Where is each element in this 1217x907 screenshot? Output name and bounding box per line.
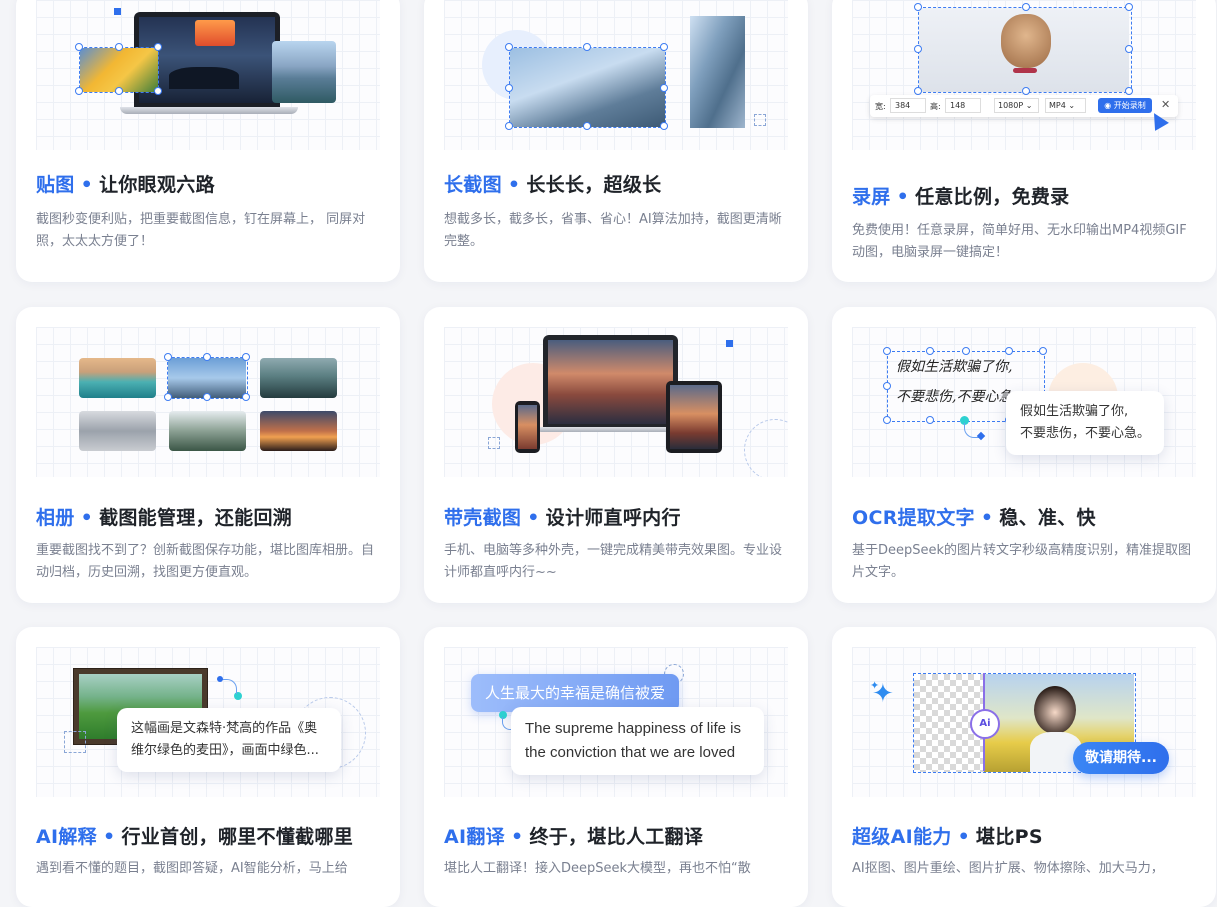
ai-explain-illustration: 这幅画是文森特·梵高的作品《奥维尔绿色的麦田》，画面中绿色... [36, 647, 380, 797]
height-label: 高: [930, 102, 941, 111]
feature-card-super-ai[interactable]: ✦ ✦ Ai 敬请期待... 超级AI能力 • 堪比PS AI抠图、图片重绘、图片扩… [832, 627, 1216, 907]
card-title: 录屏 • 任意比例，免费录 [852, 186, 1070, 208]
feature-card-ocr[interactable]: 假如生活欺骗了你, 不要悲伤,不要心急。 假如生活欺骗了你, 不要悲伤，不要心急… [832, 307, 1216, 603]
tablet-frame [666, 381, 722, 453]
target-text-bubble: The supreme happiness of life is the con… [511, 707, 764, 775]
card-title: 超级AI能力 • 堪比PS [852, 826, 1043, 848]
card-description: 手机、电脑等多种外壳，一键完成精美带壳效果图。专业设计师都直呼内行~~ [444, 543, 783, 580]
ai-translate-illustration: 人生最大的幸福是确信被爱 The supreme happiness of li… [444, 647, 788, 797]
dashed-arc-decoration [744, 419, 788, 477]
card-description: 想截多长，截多长，省事、省心！AI算法加持，截图更清晰完整。 [444, 212, 782, 249]
blue-square-decoration [726, 340, 733, 347]
record-toolbar: 宽: 384 高: 148 1080P ⌄ MP4 ⌄ ◉ 开始录制 ✕ [870, 95, 1178, 117]
card-description: 重要截图找不到了？创新截图保存功能，堪比图库相册。自动归档，历史回溯，找图更方便… [36, 543, 375, 580]
album-thumb-3 [260, 358, 337, 398]
resolution-select[interactable]: 1080P ⌄ [994, 98, 1039, 113]
blue-square-decoration [114, 8, 121, 15]
card-description: 基于DeepSeek的图片转文字秒级高精度识别，精准提取图片文字。 [852, 543, 1192, 580]
close-icon[interactable]: ✕ [1161, 98, 1170, 111]
record-selection [918, 7, 1132, 93]
phone-frame [515, 401, 540, 453]
album-illustration [36, 327, 380, 477]
tall-building-image [690, 16, 745, 128]
pin-illustration [36, 0, 380, 150]
screen-record-illustration: 宽: 384 高: 148 1080P ⌄ MP4 ⌄ ◉ 开始录制 ✕ [852, 0, 1196, 150]
width-label: 宽: [875, 102, 886, 111]
card-title: 贴图 • 让你眼观六路 [36, 174, 215, 196]
feature-card-pin[interactable]: 贴图 • 让你眼观六路 截图秒变便利贴，把重要截图信息，钉在屏幕上， 同屏对照，太太… [16, 0, 400, 282]
height-input[interactable]: 148 [945, 98, 981, 113]
ai-logo-icon: Ai [970, 709, 1000, 739]
format-select[interactable]: MP4 ⌄ [1045, 98, 1086, 113]
card-description: 遇到看不懂的题目，截图即答疑，AI智能分析，马上给 [36, 861, 348, 876]
feature-card-screen-record[interactable]: 宽: 384 高: 148 1080P ⌄ MP4 ⌄ ◉ 开始录制 ✕ 录屏 •… [832, 0, 1216, 282]
album-thumb-5 [169, 411, 246, 451]
card-description: 堪比人工翻译！接入DeepSeek大模型，再也不怕“散 [444, 861, 751, 876]
card-title: 相册 • 截图能管理，还能回溯 [36, 507, 293, 529]
ocr-result-bubble: 假如生活欺骗了你, 不要悲伤，不要心急。 [1006, 391, 1164, 455]
card-title: AI解释 • 行业首创，哪里不懂截哪里 [36, 826, 354, 848]
feature-card-long-screenshot[interactable]: 长截图 • 长长长，超级长 想截多长，截多长，省事、省心！AI算法加持，截图更清晰完… [424, 0, 808, 282]
super-ai-illustration: ✦ ✦ Ai 敬请期待... [852, 647, 1196, 797]
card-title: OCR提取文字 • 稳、准、快 [852, 507, 1096, 529]
ocr-result-line-1: 假如生活欺骗了你, [1020, 404, 1129, 419]
laptop-frame [543, 335, 678, 427]
album-thumb-4 [79, 411, 156, 451]
card-title: 带壳截图 • 设计师直呼内行 [444, 507, 681, 529]
long-screenshot-illustration [444, 0, 788, 150]
ocr-illustration: 假如生活欺骗了你, 不要悲伤,不要心急。 假如生活欺骗了你, 不要悲伤，不要心急… [852, 327, 1196, 477]
feature-card-album[interactable]: 相册 • 截图能管理，还能回溯 重要截图找不到了？创新截图保存功能，堪比图库相册。自… [16, 307, 400, 603]
ocr-result-line-2: 不要悲伤，不要心急。 [1020, 426, 1151, 441]
card-description: 截图秒变便利贴，把重要截图信息，钉在屏幕上， 同屏对照，太太太方便了！ [36, 212, 366, 249]
feature-card-ai-explain[interactable]: 这幅画是文森特·梵高的作品《奥维尔绿色的麦田》，画面中绿色... AI解释 • 行业… [16, 627, 400, 907]
coming-soon-badge[interactable]: 敬请期待... [1073, 742, 1169, 774]
long-selection [509, 47, 666, 128]
album-thumb-6 [260, 411, 337, 451]
ai-explain-bubble: 这幅画是文森特·梵高的作品《奥维尔绿色的麦田》，画面中绿色... [117, 708, 341, 772]
lake-image [272, 41, 336, 103]
card-title: AI翻译 • 终于，堪比人工翻译 [444, 826, 704, 848]
sparkle-small-icon: ✦ [870, 679, 880, 692]
width-input[interactable]: 384 [890, 98, 926, 113]
feature-card-ai-translate[interactable]: 人生最大的幸福是确信被爱 The supreme happiness of li… [424, 627, 808, 907]
album-thumb-1 [79, 358, 156, 398]
device-frame-illustration [444, 327, 788, 477]
start-record-button[interactable]: ◉ 开始录制 [1098, 98, 1152, 113]
feature-card-device-frame[interactable]: 带壳截图 • 设计师直呼内行 手机、电脑等多种外壳，一键完成精美带壳效果图。专业设计… [424, 307, 808, 603]
laptop-base [120, 107, 298, 114]
card-description: AI抠图、图片重绘、图片扩展、物体擦除、加大马力， [852, 861, 1164, 876]
card-description: 免费使用！任意录屏，简单好用、无水印输出MP4视频GIF动图，电脑录屏一键搞定！ [852, 223, 1187, 260]
laptop-base [536, 427, 685, 432]
card-title: 长截图 • 长长长，超级长 [444, 174, 662, 196]
